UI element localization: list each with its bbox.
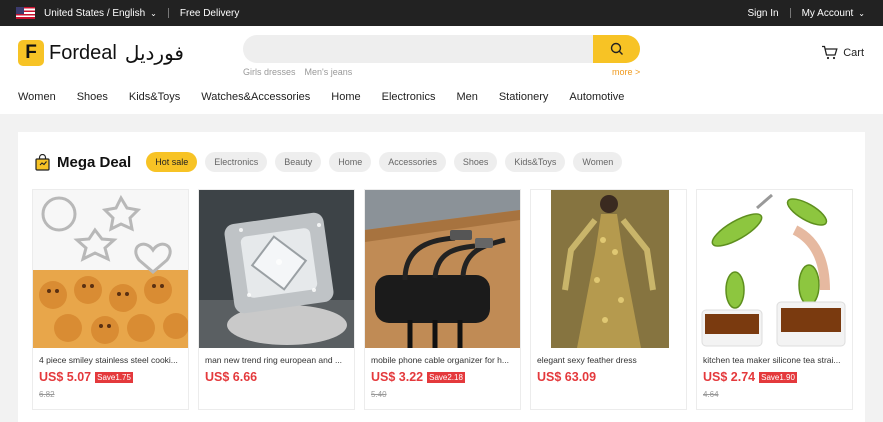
save-badge: Save1.75 bbox=[95, 371, 133, 383]
product-price: US$ 3.22 bbox=[371, 370, 424, 384]
nav-item-automotive[interactable]: Automotive bbox=[569, 91, 624, 103]
us-flag-icon bbox=[16, 7, 35, 19]
nav-item-shoes[interactable]: Shoes bbox=[77, 91, 108, 103]
product-name[interactable]: mobile phone cable organizer for h... bbox=[371, 355, 515, 365]
price-row: US$ 63.09 bbox=[537, 370, 596, 384]
nav-item-kids-toys[interactable]: Kids&Toys bbox=[129, 91, 180, 103]
save-badge: Save2.18 bbox=[427, 371, 465, 383]
product-card[interactable]: man new trend ring european and ... US$ … bbox=[198, 189, 355, 410]
search-hint[interactable]: Girls dresses bbox=[243, 67, 296, 77]
product-image[interactable] bbox=[365, 190, 520, 348]
mega-deal-header: Mega Deal Hot sale Electronics Beauty Ho… bbox=[34, 152, 630, 172]
chevron-down-icon[interactable]: ⌄ bbox=[858, 9, 865, 18]
category-nav: Women Shoes Kids&Toys Watches&Accessorie… bbox=[0, 80, 883, 114]
region-selector[interactable]: United States / English bbox=[44, 8, 145, 19]
product-image[interactable] bbox=[697, 190, 852, 348]
nav-item-women[interactable]: Women bbox=[18, 91, 56, 103]
chip-hot-sale[interactable]: Hot sale bbox=[146, 152, 198, 172]
nav-item-home[interactable]: Home bbox=[331, 91, 360, 103]
shopping-bag-icon bbox=[35, 153, 50, 171]
search-hint[interactable]: Men's jeans bbox=[305, 67, 353, 77]
price-row: US$ 5.07 Save1.75 bbox=[39, 370, 133, 384]
chip-women[interactable]: Women bbox=[573, 152, 623, 172]
product-name[interactable]: man new trend ring european and ... bbox=[205, 355, 349, 365]
search-input[interactable] bbox=[243, 35, 640, 63]
original-price: 6.82 bbox=[39, 390, 55, 399]
product-image[interactable] bbox=[531, 190, 686, 348]
section-title: Mega Deal bbox=[57, 153, 132, 171]
cart-button[interactable]: Cart bbox=[821, 45, 864, 60]
sign-in-link[interactable]: Sign In bbox=[747, 8, 778, 19]
cart-label: Cart bbox=[843, 46, 864, 59]
product-list: 4 piece smiley stainless steel cooki... … bbox=[32, 189, 853, 410]
logo-text: Fordeal bbox=[49, 41, 117, 64]
fordeal-logo[interactable]: F Fordeal فورديل bbox=[18, 40, 184, 66]
product-card[interactable]: 4 piece smiley stainless steel cooki... … bbox=[32, 189, 189, 410]
chip-accessories[interactable]: Accessories bbox=[379, 152, 446, 172]
chevron-down-icon[interactable]: ⌄ bbox=[150, 9, 157, 18]
more-link[interactable]: more > bbox=[612, 67, 640, 77]
chip-home[interactable]: Home bbox=[329, 152, 372, 172]
product-price: US$ 63.09 bbox=[537, 370, 597, 384]
chip-shoes[interactable]: Shoes bbox=[453, 152, 498, 172]
save-badge: Save1.90 bbox=[759, 371, 797, 383]
nav-item-electronics[interactable]: Electronics bbox=[382, 91, 436, 103]
free-delivery-label: Free Delivery bbox=[179, 7, 240, 19]
product-card[interactable]: kitchen tea maker silicone tea strai... … bbox=[696, 189, 853, 410]
price-row: US$ 2.74 Save1.90 bbox=[703, 370, 797, 384]
price-row: US$ 6.66 bbox=[205, 370, 257, 384]
product-name[interactable]: elegant sexy feather dress bbox=[537, 355, 681, 365]
cart-icon bbox=[822, 45, 838, 60]
product-name[interactable]: 4 piece smiley stainless steel cooki... bbox=[39, 355, 183, 365]
product-card[interactable]: mobile phone cable organizer for h... US… bbox=[364, 189, 521, 410]
chip-electronics[interactable]: Electronics bbox=[205, 152, 268, 172]
logo-mark: F bbox=[18, 40, 44, 66]
search-icon bbox=[610, 42, 623, 55]
product-price: US$ 2.74 bbox=[703, 370, 756, 384]
product-card[interactable]: elegant sexy feather dress US$ 63.09 bbox=[530, 189, 687, 410]
chip-kids-toys[interactable]: Kids&Toys bbox=[505, 152, 566, 172]
product-price: US$ 5.07 bbox=[39, 370, 92, 384]
search-hints: Girls dresses Men's jeans bbox=[243, 67, 352, 77]
search-button[interactable] bbox=[593, 35, 640, 63]
mega-deal-section: Mega Deal Hot sale Electronics Beauty Ho… bbox=[18, 132, 865, 422]
nav-item-stationery[interactable]: Stationery bbox=[499, 91, 549, 103]
divider bbox=[789, 8, 791, 18]
divider bbox=[167, 8, 169, 18]
top-bar: United States / English ⌄ Free Delivery … bbox=[0, 0, 883, 26]
logo-arabic-text: فورديل bbox=[124, 41, 184, 65]
product-price: US$ 6.66 bbox=[205, 370, 258, 384]
nav-item-watches-accessories[interactable]: Watches&Accessories bbox=[201, 91, 310, 103]
product-name[interactable]: kitchen tea maker silicone tea strai... bbox=[703, 355, 847, 365]
my-account-link[interactable]: My Account bbox=[802, 8, 854, 19]
product-image[interactable] bbox=[199, 190, 354, 348]
site-header: F Fordeal فورديل Girls dresses Men's jea… bbox=[0, 26, 883, 80]
nav-item-men[interactable]: Men bbox=[456, 91, 477, 103]
price-row: US$ 3.22 Save2.18 bbox=[371, 370, 465, 384]
chip-beauty[interactable]: Beauty bbox=[275, 152, 322, 172]
original-price: 4.64 bbox=[703, 390, 719, 399]
product-image[interactable] bbox=[33, 190, 188, 348]
original-price: 5.40 bbox=[371, 390, 387, 399]
